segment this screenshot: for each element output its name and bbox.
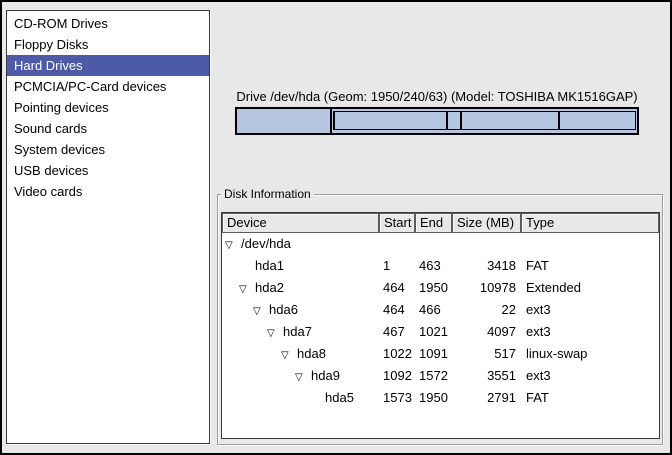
sidebar-item-pointing-devices[interactable]: Pointing devices bbox=[7, 97, 209, 118]
sidebar-item-hard-drives[interactable]: Hard Drives bbox=[7, 55, 209, 76]
table-row-hda1[interactable]: hda1 14633418FAT bbox=[222, 255, 659, 277]
partition-bar bbox=[235, 107, 639, 135]
device-cell: ▽/dev/hda bbox=[222, 233, 379, 255]
expander-open-icon[interactable]: ▽ bbox=[225, 235, 241, 257]
size-cell: 10978 bbox=[452, 277, 521, 299]
device-name: hda8 bbox=[297, 346, 326, 361]
expander-open-icon[interactable]: ▽ bbox=[295, 367, 311, 389]
device-name: hda1 bbox=[255, 258, 284, 273]
disk-table: DeviceStartEndSize (MB)Type ▽/dev/hdahda… bbox=[221, 212, 660, 439]
table-row-hda6[interactable]: ▽hda646446622ext3 bbox=[222, 299, 659, 321]
end-cell: 463 bbox=[415, 255, 452, 277]
start-cell: 464 bbox=[379, 299, 415, 321]
type-cell: ext3 bbox=[521, 365, 551, 387]
device-name: /dev/hda bbox=[241, 236, 291, 251]
partition-segment-hda1 bbox=[236, 108, 331, 134]
end-cell: 1950 bbox=[415, 277, 452, 299]
start-cell: 467 bbox=[379, 321, 415, 343]
partition-segment-hda5 bbox=[559, 111, 636, 130]
sidebar-item-floppy-disks[interactable]: Floppy Disks bbox=[7, 34, 209, 55]
device-name: hda7 bbox=[283, 324, 312, 339]
device-name: hda6 bbox=[269, 302, 298, 317]
size-cell: 22 bbox=[452, 299, 521, 321]
type-cell: FAT bbox=[521, 255, 549, 277]
column-header-type[interactable]: Type bbox=[521, 213, 659, 233]
device-cell: hda5 bbox=[222, 387, 379, 409]
sidebar-item-cd-rom-drives[interactable]: CD-ROM Drives bbox=[7, 13, 209, 34]
sidebar-item-usb-devices[interactable]: USB devices bbox=[7, 160, 209, 181]
end-cell: 1572 bbox=[415, 365, 452, 387]
partition-segment-hda2 bbox=[331, 108, 638, 134]
device-cell: hda1 bbox=[222, 255, 379, 277]
size-cell bbox=[452, 233, 521, 255]
size-cell: 3418 bbox=[452, 255, 521, 277]
type-cell bbox=[521, 233, 526, 255]
start-cell bbox=[379, 233, 415, 255]
end-cell: 1021 bbox=[415, 321, 452, 343]
extended-partition-area bbox=[333, 111, 636, 130]
column-header-end[interactable]: End bbox=[415, 213, 452, 233]
column-header-start[interactable]: Start bbox=[379, 213, 415, 233]
size-cell: 2791 bbox=[452, 387, 521, 409]
partition-segment-hda9 bbox=[461, 111, 559, 130]
device-cell: ▽hda6 bbox=[222, 299, 379, 321]
type-cell: linux-swap bbox=[521, 343, 587, 365]
end-cell: 1091 bbox=[415, 343, 452, 365]
expander-open-icon[interactable]: ▽ bbox=[239, 279, 255, 301]
partition-segment-hda7 bbox=[334, 111, 447, 130]
disk-table-body: ▽/dev/hdahda114633418FAT▽hda246419501097… bbox=[222, 233, 659, 409]
table-row-hda2[interactable]: ▽hda2464195010978Extended bbox=[222, 277, 659, 299]
start-cell: 464 bbox=[379, 277, 415, 299]
expander-open-icon[interactable]: ▽ bbox=[267, 323, 283, 345]
disk-table-header: DeviceStartEndSize (MB)Type bbox=[222, 213, 659, 233]
hardware-browser-window: CD-ROM DrivesFloppy DisksHard DrivesPCMC… bbox=[0, 0, 672, 455]
start-cell: 1573 bbox=[379, 387, 415, 409]
disk-information-group-title: Disk Information bbox=[221, 187, 314, 201]
column-header-device[interactable]: Device bbox=[222, 213, 379, 233]
sidebar-item-system-devices[interactable]: System devices bbox=[7, 139, 209, 160]
end-cell bbox=[415, 233, 452, 255]
sidebar-item-pcmcia-pc-card-devices[interactable]: PCMCIA/PC-Card devices bbox=[7, 76, 209, 97]
end-cell: 1950 bbox=[415, 387, 452, 409]
table-row-dev-hda[interactable]: ▽/dev/hda bbox=[222, 233, 659, 255]
device-name: hda2 bbox=[255, 280, 284, 295]
size-cell: 3551 bbox=[452, 365, 521, 387]
size-cell: 517 bbox=[452, 343, 521, 365]
sidebar-item-video-cards[interactable]: Video cards bbox=[7, 181, 209, 202]
device-cell: ▽hda7 bbox=[222, 321, 379, 343]
sidebar-item-sound-cards[interactable]: Sound cards bbox=[7, 118, 209, 139]
device-category-list[interactable]: CD-ROM DrivesFloppy DisksHard DrivesPCMC… bbox=[6, 10, 210, 444]
table-row-hda7[interactable]: ▽hda746710214097ext3 bbox=[222, 321, 659, 343]
device-cell: ▽hda2 bbox=[222, 277, 379, 299]
type-cell: ext3 bbox=[521, 321, 551, 343]
device-cell: ▽hda8 bbox=[222, 343, 379, 365]
expander-open-icon[interactable]: ▽ bbox=[281, 345, 297, 367]
type-cell: Extended bbox=[521, 277, 581, 299]
column-header-size-mb[interactable]: Size (MB) bbox=[452, 213, 521, 233]
table-row-hda5[interactable]: hda5 157319502791FAT bbox=[222, 387, 659, 409]
table-row-hda8[interactable]: ▽hda810221091517linux-swap bbox=[222, 343, 659, 365]
device-cell: ▽hda9 bbox=[222, 365, 379, 387]
device-name: hda9 bbox=[311, 368, 340, 383]
device-name: hda5 bbox=[325, 390, 354, 405]
drive-info-label: Drive /dev/hda (Geom: 1950/240/63) (Mode… bbox=[215, 89, 659, 104]
start-cell: 1 bbox=[379, 255, 415, 277]
disk-information-group: Disk Information DeviceStartEndSize (MB)… bbox=[217, 194, 663, 445]
expander-open-icon[interactable]: ▽ bbox=[253, 301, 269, 323]
start-cell: 1022 bbox=[379, 343, 415, 365]
type-cell: ext3 bbox=[521, 299, 551, 321]
partition-segment-hda8 bbox=[447, 111, 461, 130]
start-cell: 1092 bbox=[379, 365, 415, 387]
size-cell: 4097 bbox=[452, 321, 521, 343]
table-row-hda9[interactable]: ▽hda9109215723551ext3 bbox=[222, 365, 659, 387]
end-cell: 466 bbox=[415, 299, 452, 321]
type-cell: FAT bbox=[521, 387, 549, 409]
